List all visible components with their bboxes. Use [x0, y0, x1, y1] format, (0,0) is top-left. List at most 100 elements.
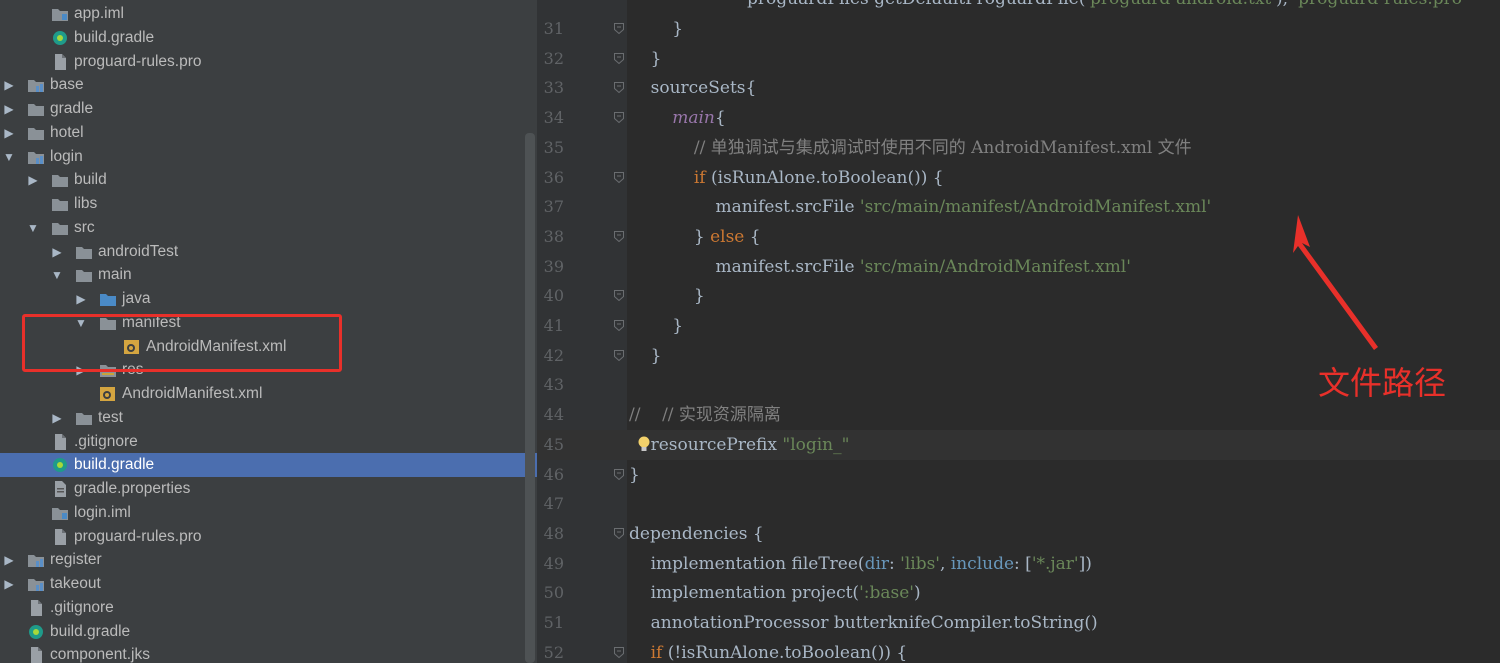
code-line[interactable]: 52 if (!isRunAlone.toBoolean()) { [537, 638, 1500, 663]
gradle-icon [51, 457, 69, 473]
line-number: 41 [543, 316, 564, 335]
tree-item[interactable]: ▶ test [0, 406, 537, 430]
line-number: 50 [543, 583, 564, 603]
tree-item[interactable]: login.iml [0, 501, 537, 525]
gradle-icon [51, 30, 69, 46]
code-line[interactable]: 50 implementation project(':base') [537, 578, 1500, 608]
file-icon [51, 53, 69, 70]
tree-item-label: java [122, 290, 151, 307]
code-line[interactable]: 33 sourceSets{ [537, 73, 1500, 103]
code-text: sourceSets{ [629, 78, 757, 99]
line-number: 39 [543, 256, 564, 276]
tree-item[interactable]: component.jks [0, 643, 537, 663]
tree-item-label: AndroidManifest.xml [122, 385, 263, 402]
fold-marker-icon[interactable] [614, 112, 624, 124]
line-number: 43 [543, 375, 564, 395]
fold-marker-icon[interactable] [614, 527, 624, 539]
line-number: 36 [543, 167, 564, 187]
fold-marker-icon[interactable] [614, 82, 624, 94]
fold-marker-icon[interactable] [614, 230, 624, 242]
tree-item[interactable]: ▼ main [0, 263, 537, 287]
fold-marker-icon[interactable] [614, 23, 624, 34]
project-tree-panel: app.iml build.gradle proguard-rules.pro ▶ ba… [0, 0, 537, 663]
code-line[interactable]: 46} [537, 460, 1500, 490]
tree-item[interactable]: proguard-rules.pro [0, 525, 537, 549]
code-line[interactable]: 34 main{ [537, 103, 1500, 133]
tree-item-label: gradle [50, 100, 94, 117]
tree-item[interactable]: app.iml [0, 2, 537, 26]
code-line[interactable]: 35 // 单独调试与集成调试时使用不同的 AndroidManifest.xm… [537, 133, 1500, 163]
line-number: 33 [543, 78, 564, 98]
code-text: } [629, 48, 662, 69]
tree-item-label: gradle.properties [74, 480, 191, 497]
fold-marker-icon[interactable] [614, 290, 624, 302]
code-text: } [629, 19, 684, 39]
expand-right-icon[interactable]: ▶ [2, 73, 16, 97]
tree-item-label: build.gradle [74, 28, 155, 46]
tree-item[interactable]: ▶ takeout [0, 572, 537, 596]
expand-right-icon[interactable]: ▶ [50, 406, 64, 430]
code-line[interactable]: 36 if (isRunAlone.toBoolean()) { [537, 163, 1500, 193]
expand-right-icon[interactable]: ▶ [50, 240, 64, 264]
line-number: 38 [543, 226, 564, 246]
tree-item[interactable]: ▶ hotel [0, 121, 537, 145]
tree-item[interactable]: ▼ login [0, 145, 537, 169]
tree-item[interactable]: ▼ src [0, 216, 537, 240]
code-line[interactable]: 47 [537, 489, 1500, 519]
code-line[interactable]: 49 implementation fileTree(dir: 'libs', … [537, 549, 1500, 579]
code-text: } [629, 345, 662, 366]
tree-item-label: takeout [50, 575, 101, 592]
tree-item-label: base [50, 76, 84, 94]
expand-down-icon[interactable]: ▼ [50, 263, 64, 287]
tree-item[interactable]: ▶ gradle [0, 97, 537, 121]
expand-right-icon[interactable]: ▶ [26, 168, 40, 192]
tree-item-label: build [74, 171, 107, 189]
code-text: main{ [672, 108, 726, 129]
tree-scrollbar[interactable] [525, 133, 535, 663]
tree-item[interactable]: gradle.properties [0, 477, 537, 501]
manifest-icon [99, 386, 117, 402]
code-line[interactable]: 48 dependencies { [537, 519, 1500, 549]
expand-right-icon[interactable]: ▶ [2, 548, 16, 572]
tree-item-label: login [50, 147, 83, 165]
expand-down-icon[interactable]: ▼ [26, 216, 40, 240]
code-line[interactable]: 51 annotationProcessor butterknifeCompil… [537, 608, 1500, 638]
tree-item[interactable]: ▶ androidTest [0, 240, 537, 264]
fold-marker-icon[interactable] [614, 646, 624, 658]
tree-item[interactable]: .gitignore [0, 430, 537, 454]
line-number: 37 [543, 197, 564, 217]
code-line[interactable]: 45 resourcePrefix "login_" [537, 429, 1500, 460]
line-number: 46 [543, 464, 564, 484]
expand-right-icon[interactable]: ▶ [2, 572, 16, 596]
expand-right-icon[interactable]: ▶ [74, 287, 88, 311]
tree-item[interactable]: libs [0, 192, 537, 216]
tree-item[interactable]: proguard-rules.pro [0, 50, 537, 74]
tree-item[interactable]: ▶ register [0, 548, 537, 572]
fold-marker-icon[interactable] [614, 468, 624, 480]
tree-item-label: app.iml [74, 5, 124, 22]
tree-item[interactable]: ▶ build [0, 168, 537, 192]
expand-down-icon[interactable]: ▼ [2, 145, 16, 169]
code-line[interactable]: 44 // // 实现资源隔离 [537, 400, 1500, 430]
code-line[interactable]: 32 } [537, 44, 1500, 74]
tree-item[interactable]: ▶ base [0, 73, 537, 97]
tree-item[interactable]: build.gradle [0, 453, 537, 478]
fold-marker-icon[interactable] [614, 171, 624, 183]
code-text: } [629, 316, 684, 336]
folder-icon [75, 267, 93, 283]
code-line[interactable]: 31 } [537, 14, 1500, 44]
code-text: implementation project(':base') [629, 583, 921, 604]
expand-right-icon[interactable]: ▶ [2, 121, 16, 145]
fold-marker-icon[interactable] [614, 320, 624, 331]
code-line[interactable]: proguardFiles getDefaultProguardFile('pr… [537, 0, 1500, 14]
tree-item-label: proguard-rules.pro [74, 527, 202, 545]
expand-right-icon[interactable]: ▶ [2, 97, 16, 121]
tree-item[interactable]: build.gradle [0, 620, 537, 644]
tree-item-label: hotel [50, 123, 84, 141]
tree-item[interactable]: build.gradle [0, 26, 537, 50]
fold-marker-icon[interactable] [614, 52, 624, 64]
tree-item[interactable]: .gitignore [0, 596, 537, 620]
fold-marker-icon[interactable] [614, 349, 624, 361]
tree-item[interactable]: ▶ java [0, 287, 537, 311]
tree-item[interactable]: AndroidManifest.xml [0, 382, 537, 406]
